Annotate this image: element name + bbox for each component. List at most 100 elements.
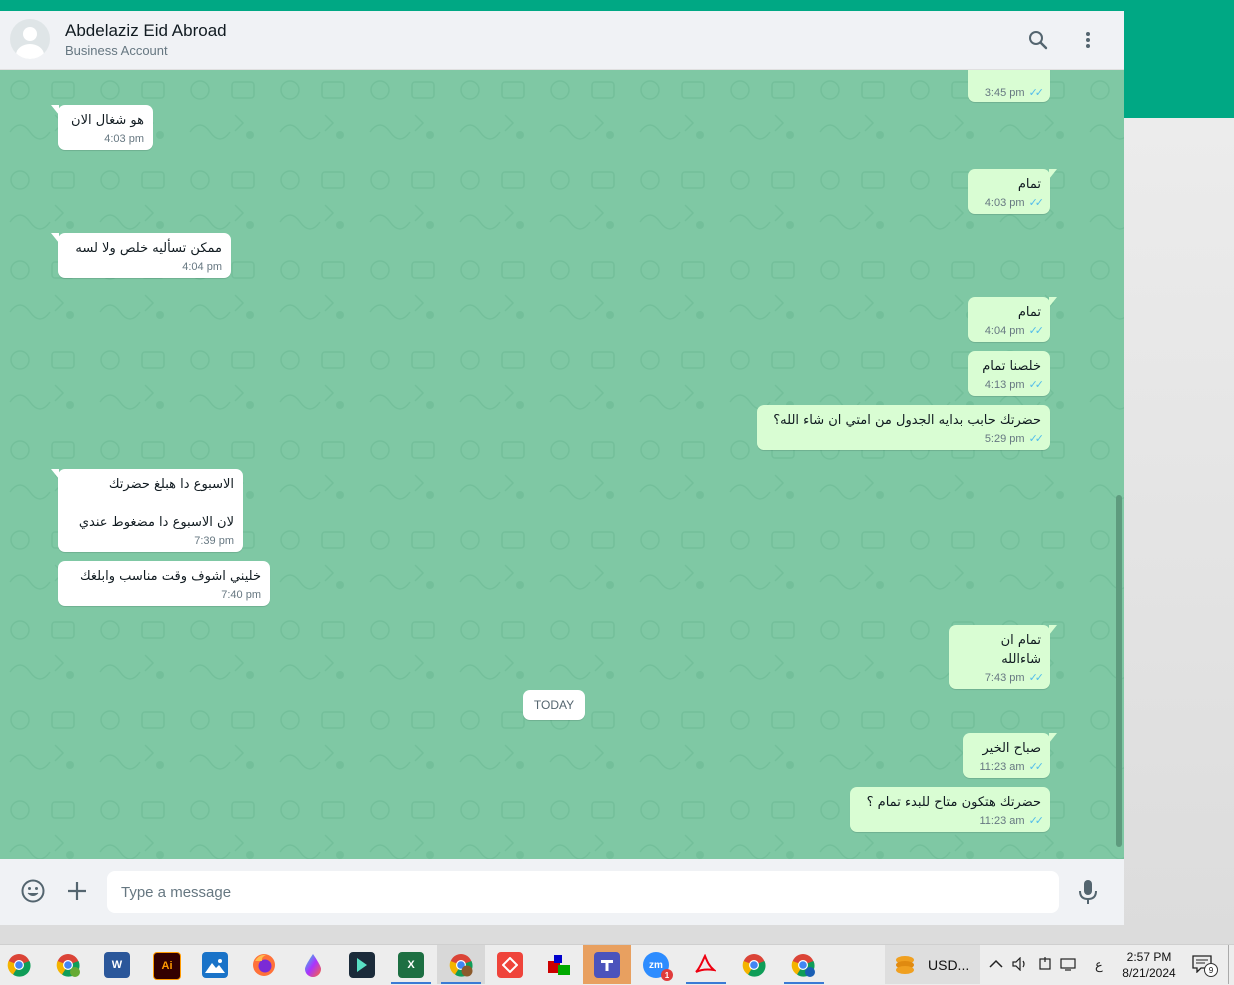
- bubble-tail: [1049, 733, 1057, 743]
- message-text: حضرتك هتكون متاح للبدء تمام ؟: [866, 795, 1041, 810]
- read-receipt-icon: ✓✓: [1028, 433, 1045, 445]
- message-time: 4:13 pm: [984, 379, 1025, 391]
- message-time: 7:39 pm: [194, 535, 234, 547]
- volume-icon[interactable]: [1012, 956, 1028, 974]
- chevron-up-icon[interactable]: [989, 957, 1003, 972]
- message-time: 4:04 pm: [182, 261, 222, 273]
- bubble-tail: [51, 469, 59, 479]
- message-time: 4:04 pm: [984, 325, 1025, 337]
- currency-label: USD...: [928, 957, 970, 973]
- message-time: 5:29 pm: [984, 433, 1025, 445]
- read-receipt-icon: ✓✓: [1028, 197, 1045, 209]
- message-text: تمام: [1017, 177, 1041, 192]
- acrobat-icon[interactable]: [692, 952, 718, 978]
- contact-name[interactable]: Abdelaziz Eid Abroad: [65, 21, 227, 41]
- message-text: هو شغال الان: [71, 113, 144, 128]
- message-time: 7:43 pm: [984, 672, 1025, 684]
- chat-scrollbar[interactable]: [1116, 495, 1122, 847]
- message-text: خلصنا تمام: [982, 359, 1041, 374]
- chrome-icon-2[interactable]: [741, 952, 767, 978]
- chat-panel[interactable]: 3:45 pm ✓✓ هو شغال الان 4:03 pm تمام 4:03…: [0, 70, 1124, 859]
- network-icon[interactable]: [1060, 957, 1078, 974]
- keyboard-language-indicator[interactable]: ع: [1095, 957, 1103, 973]
- read-receipt-icon: ✓✓: [1028, 379, 1045, 391]
- message-time: 4:03 pm: [984, 197, 1025, 209]
- read-receipt-icon: ✓✓: [1028, 672, 1045, 684]
- anydesk-icon[interactable]: [497, 952, 523, 978]
- chrome-profile-icon-2[interactable]: [790, 952, 816, 978]
- contact-avatar[interactable]: [10, 19, 50, 59]
- mic-icon[interactable]: [1076, 878, 1100, 906]
- word-icon[interactable]: W: [104, 952, 130, 978]
- message-bubble-outgoing[interactable]: خلصنا تمام 4:13 pm ✓✓: [968, 351, 1050, 396]
- teams-icon[interactable]: [594, 952, 620, 978]
- paint-drop-icon[interactable]: [300, 952, 326, 978]
- bubble-tail: [1049, 297, 1057, 307]
- message-bubble-outgoing[interactable]: تمام 4:03 pm ✓✓: [968, 169, 1057, 214]
- illustrator-icon[interactable]: Ai: [153, 952, 181, 980]
- read-receipt-icon: ✓✓: [1028, 87, 1045, 99]
- battery-plugged-icon[interactable]: [1037, 957, 1053, 974]
- contact-subtitle: Business Account: [65, 43, 168, 58]
- photos-icon[interactable]: [202, 952, 228, 978]
- currency-coins-icon: [896, 956, 914, 974]
- message-input[interactable]: [107, 871, 1059, 913]
- message-composer: [0, 859, 1124, 925]
- message-bubble-incoming[interactable]: الاسبوع دا هبلغ حضرتك لان الاسبوع دا مضغ…: [51, 469, 243, 552]
- read-receipt-icon: ✓✓: [1028, 761, 1045, 773]
- chat-header[interactable]: Abdelaziz Eid Abroad Business Account: [0, 11, 1124, 70]
- excel-icon[interactable]: X: [398, 952, 424, 978]
- notification-center-icon[interactable]: 9: [1192, 955, 1218, 977]
- zoom-icon[interactable]: zm 1: [643, 952, 673, 981]
- filmora-icon[interactable]: [349, 952, 375, 978]
- emoji-icon[interactable]: [20, 878, 46, 904]
- firefox-icon[interactable]: [251, 952, 277, 978]
- message-text: صباح الخير: [982, 741, 1041, 756]
- read-receipt-icon: ✓✓: [1028, 325, 1045, 337]
- chrome-profile-icon[interactable]: [55, 952, 81, 978]
- bubble-tail: [1049, 625, 1057, 635]
- show-desktop-button[interactable]: [1228, 945, 1234, 984]
- message-bubble-incoming[interactable]: ممكن تسأليه خلص ولا لسه 4:04 pm: [51, 233, 231, 278]
- message-time: 4:03 pm: [104, 133, 144, 145]
- chrome-icon[interactable]: [6, 952, 32, 978]
- message-bubble-incoming[interactable]: هو شغال الان 4:03 pm: [51, 105, 153, 150]
- app-icon[interactable]: [546, 952, 572, 978]
- bubble-tail: [51, 233, 59, 243]
- more-vertical-icon[interactable]: [1075, 27, 1101, 53]
- message-text: حضرتك حابب بدايه الجدول من امتي ان شاء ا…: [773, 413, 1041, 428]
- background-panel: [1124, 118, 1234, 944]
- message-bubble-outgoing[interactable]: تمام ان شاءالله 7:43 pm ✓✓: [949, 625, 1057, 689]
- message-bubble-outgoing[interactable]: حضرتك هتكون متاح للبدء تمام ؟ 11:23 am ✓✓: [850, 787, 1050, 832]
- whatsapp-window: Abdelaziz Eid Abroad Business Account 3:…: [0, 11, 1124, 925]
- avatar-head-shape: [23, 27, 37, 41]
- message-text: الاسبوع دا هبلغ حضرتك لان الاسبوع دا مضغ…: [78, 477, 234, 530]
- message-text: تمام ان شاءالله: [1000, 633, 1041, 667]
- message-bubble-outgoing[interactable]: حضرتك حابب بدايه الجدول من امتي ان شاء ا…: [757, 405, 1050, 450]
- clock-date: 8/21/2024: [1122, 966, 1176, 980]
- message-time: 11:23 am: [979, 815, 1025, 827]
- chrome-active-icon[interactable]: [448, 952, 474, 978]
- message-text: تمام: [1017, 305, 1041, 320]
- message-time: 7:40 pm: [221, 589, 261, 601]
- message-text: ممكن تسأليه خلص ولا لسه: [75, 241, 222, 256]
- message-bubble-outgoing[interactable]: 3:45 pm ✓✓: [968, 70, 1050, 102]
- message-time: 11:23 am: [979, 761, 1025, 773]
- message-bubble-incoming[interactable]: خليني اشوف وقت مناسب وابلغك 7:40 pm: [58, 561, 270, 606]
- plus-icon[interactable]: [64, 878, 90, 904]
- message-bubble-outgoing[interactable]: تمام 4:04 pm ✓✓: [968, 297, 1057, 342]
- system-clock[interactable]: 2:57 PM 8/21/2024: [1118, 949, 1180, 981]
- clock-time: 2:57 PM: [1126, 950, 1172, 964]
- avatar-body-shape: [16, 44, 44, 59]
- search-icon[interactable]: [1025, 27, 1051, 53]
- zoom-notification-badge: 1: [661, 969, 673, 981]
- zoom-label: zm: [649, 959, 663, 971]
- bubble-tail: [51, 105, 59, 115]
- chat-wallpaper-pattern: [0, 70, 1124, 859]
- date-divider: TODAY: [523, 690, 585, 720]
- notification-count-badge: 9: [1204, 963, 1218, 977]
- message-bubble-outgoing[interactable]: صباح الخير 11:23 am ✓✓: [963, 733, 1057, 778]
- currency-widget[interactable]: USD...: [885, 945, 980, 984]
- message-text: خليني اشوف وقت مناسب وابلغك: [79, 569, 261, 584]
- message-time: 3:45 pm: [984, 87, 1025, 99]
